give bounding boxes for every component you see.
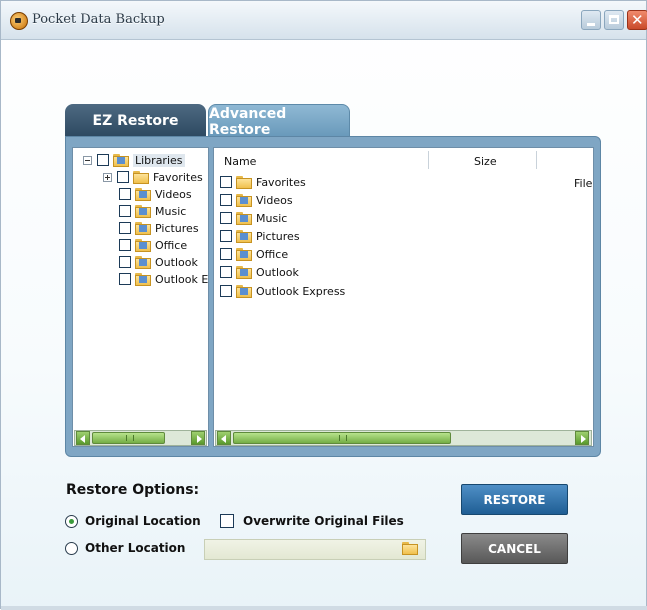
library-icon bbox=[236, 229, 252, 243]
list-label-outlook: Outlook bbox=[256, 265, 299, 279]
library-icon bbox=[113, 153, 129, 167]
scroll-left-icon[interactable] bbox=[76, 431, 90, 445]
list-checkbox-music[interactable] bbox=[220, 212, 232, 224]
tree-node-office[interactable]: Office bbox=[119, 237, 187, 253]
cancel-button[interactable]: CANCEL bbox=[461, 533, 568, 564]
other-location-path-field[interactable] bbox=[204, 539, 426, 560]
library-icon bbox=[236, 247, 252, 261]
scroll-grip bbox=[339, 435, 347, 441]
list-label-music: Music bbox=[256, 211, 288, 225]
list-row-videos[interactable]: Videos bbox=[220, 192, 293, 208]
collapse-icon[interactable] bbox=[83, 155, 92, 165]
tree-node-favorites[interactable]: Favorites bbox=[103, 169, 203, 185]
tree-node-videos[interactable]: Videos bbox=[119, 186, 192, 202]
tree-label-favorites: Favorites bbox=[153, 170, 203, 184]
library-icon bbox=[236, 265, 252, 279]
library-icon bbox=[236, 193, 252, 207]
library-icon bbox=[135, 255, 151, 269]
tree-label-outlook-express: Outlook E bbox=[155, 272, 209, 286]
folder-icon bbox=[133, 170, 149, 184]
list-row-pictures[interactable]: Pictures bbox=[220, 228, 300, 244]
scroll-right-icon[interactable] bbox=[575, 431, 589, 445]
folder-icon bbox=[236, 175, 252, 189]
scroll-left-icon[interactable] bbox=[217, 431, 231, 445]
library-icon bbox=[236, 211, 252, 225]
tree-node-outlook[interactable]: Outlook bbox=[119, 254, 198, 270]
tree-checkbox-outlook[interactable] bbox=[119, 256, 131, 268]
column-header-name[interactable]: Name bbox=[224, 151, 256, 171]
tree-checkbox-office[interactable] bbox=[119, 239, 131, 251]
tree-checkbox-music[interactable] bbox=[119, 205, 131, 217]
library-icon bbox=[135, 272, 151, 286]
library-icon bbox=[135, 204, 151, 218]
library-icon bbox=[135, 238, 151, 252]
library-icon bbox=[236, 284, 252, 298]
list-checkbox-favorites[interactable] bbox=[220, 176, 232, 188]
list-row-outlook[interactable]: Outlook bbox=[220, 264, 299, 280]
window-title: Pocket Data Backup bbox=[32, 12, 165, 27]
library-icon bbox=[135, 221, 151, 235]
list-row-music[interactable]: Music bbox=[220, 210, 287, 226]
library-icon bbox=[135, 187, 151, 201]
other-location-label[interactable]: Other Location bbox=[85, 541, 185, 555]
tree-label-office: Office bbox=[155, 238, 188, 252]
list-label-outlook-express: Outlook Express bbox=[256, 284, 346, 298]
list-checkbox-office[interactable] bbox=[220, 248, 232, 260]
tree-checkbox-pictures[interactable] bbox=[119, 222, 131, 234]
list-checkbox-videos[interactable] bbox=[220, 194, 232, 206]
title-bar: Pocket Data Backup ✕ bbox=[1, 1, 647, 40]
maximize-button[interactable] bbox=[604, 10, 624, 30]
list-label-office: Office bbox=[256, 247, 289, 261]
app-window: Pocket Data Backup ✕ EZ Restore Advanced… bbox=[0, 0, 647, 610]
other-location-radio[interactable] bbox=[65, 542, 78, 555]
tree-label-libraries: Libraries bbox=[133, 153, 185, 167]
restore-button[interactable]: RESTORE bbox=[461, 484, 568, 515]
column-separator[interactable] bbox=[536, 151, 537, 169]
scroll-right-icon[interactable] bbox=[191, 431, 205, 445]
tab-ez-restore[interactable]: EZ Restore bbox=[65, 104, 206, 138]
list-checkbox-pictures[interactable] bbox=[220, 230, 232, 242]
other-location-path-input[interactable] bbox=[207, 541, 397, 560]
overwrite-label[interactable]: Overwrite Original Files bbox=[243, 514, 404, 528]
tree-label-pictures: Pictures bbox=[155, 221, 199, 235]
tree-node-pictures[interactable]: Pictures bbox=[119, 220, 199, 236]
list-checkbox-outlook-express[interactable] bbox=[220, 285, 232, 297]
scroll-grip bbox=[126, 435, 134, 441]
tree-label-outlook: Outlook bbox=[155, 255, 198, 269]
column-header-type-truncated: File bbox=[574, 177, 593, 190]
tree-node-libraries[interactable]: Libraries bbox=[83, 152, 185, 168]
minimize-icon bbox=[587, 23, 595, 26]
close-icon: ✕ bbox=[631, 11, 644, 29]
tree-checkbox-outlook-express[interactable] bbox=[119, 273, 131, 285]
tree-node-outlook-express[interactable]: Outlook E bbox=[119, 271, 208, 287]
column-separator[interactable] bbox=[428, 151, 429, 169]
tree-node-music[interactable]: Music bbox=[119, 203, 186, 219]
tab-advanced-restore[interactable]: Advanced Restore bbox=[208, 104, 350, 138]
window-bottom-border bbox=[1, 606, 647, 610]
tree-label-music: Music bbox=[155, 204, 187, 218]
tree-checkbox-videos[interactable] bbox=[119, 188, 131, 200]
expand-icon[interactable] bbox=[103, 172, 112, 182]
tree-checkbox-favorites[interactable] bbox=[117, 171, 129, 183]
list-row-favorites[interactable]: Favorites bbox=[220, 174, 306, 190]
original-location-label[interactable]: Original Location bbox=[85, 514, 201, 528]
list-row-office[interactable]: Office bbox=[220, 246, 288, 262]
list-checkbox-outlook[interactable] bbox=[220, 266, 232, 278]
list-label-pictures: Pictures bbox=[256, 229, 300, 243]
browse-folder-icon[interactable] bbox=[402, 542, 418, 555]
tree-label-videos: Videos bbox=[155, 187, 192, 201]
tree-checkbox-libraries[interactable] bbox=[97, 154, 109, 166]
app-icon bbox=[10, 12, 28, 30]
minimize-button[interactable] bbox=[581, 10, 601, 30]
restore-options-title: Restore Options: bbox=[66, 482, 200, 498]
overwrite-checkbox[interactable] bbox=[220, 514, 234, 528]
list-label-favorites: Favorites bbox=[256, 175, 306, 189]
close-button[interactable]: ✕ bbox=[627, 10, 647, 30]
column-header-size[interactable]: Size bbox=[474, 151, 497, 171]
original-location-radio[interactable] bbox=[65, 515, 78, 528]
maximize-icon bbox=[609, 15, 619, 24]
list-label-videos: Videos bbox=[256, 193, 293, 207]
list-row-outlook-express[interactable]: Outlook Express bbox=[220, 283, 345, 299]
